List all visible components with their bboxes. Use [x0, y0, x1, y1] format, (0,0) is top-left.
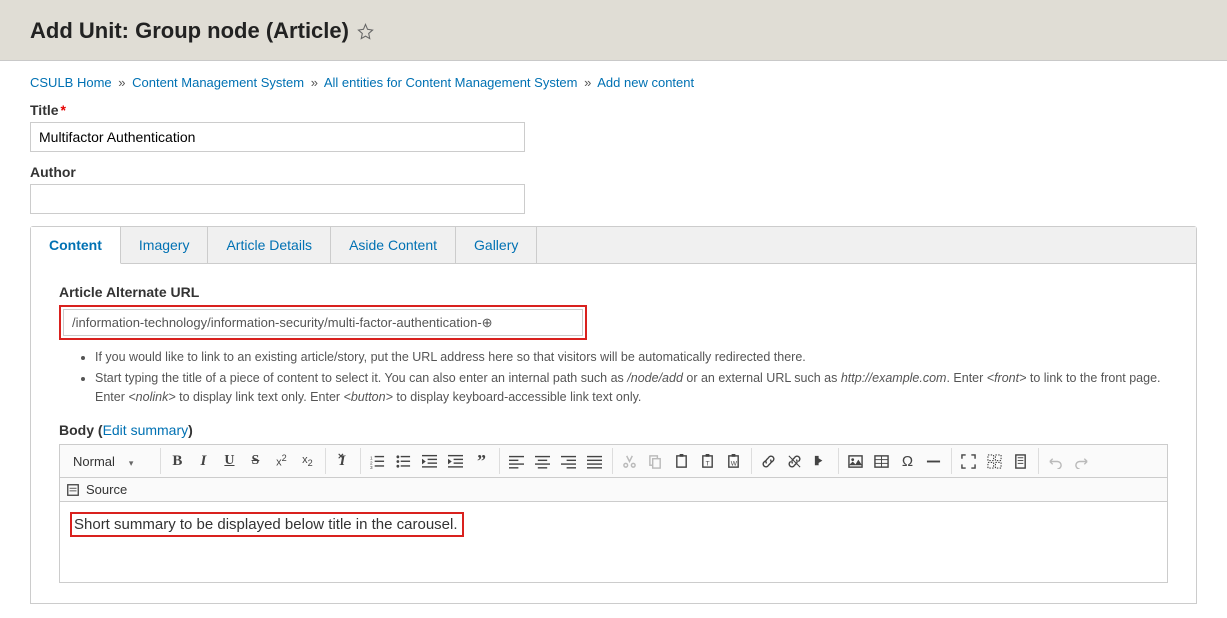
format-select[interactable]: Normal — [64, 449, 154, 474]
breadcrumb: CSULB Home » Content Management System »… — [30, 75, 1197, 90]
svg-text:T: T — [706, 460, 710, 467]
editor-body[interactable]: Short summary to be displayed below titl… — [60, 502, 1167, 582]
breadcrumb-sep: » — [118, 75, 125, 90]
breadcrumb-link-1[interactable]: Content Management System — [132, 75, 304, 90]
star-icon[interactable] — [357, 23, 374, 40]
anchor-button[interactable] — [807, 448, 833, 474]
breadcrumb-link-3[interactable]: Add new content — [597, 75, 694, 90]
breadcrumb-link-2[interactable]: All entities for Content Management Syst… — [324, 75, 578, 90]
tab-article-details[interactable]: Article Details — [208, 227, 331, 263]
summary-text-highlight: Short summary to be displayed below titl… — [70, 512, 464, 537]
page-title: Add Unit: Group node (Article) — [30, 18, 1197, 44]
help-list: If you would like to link to an existing… — [59, 348, 1168, 406]
tab-gallery[interactable]: Gallery — [456, 227, 537, 263]
bold-button[interactable]: B — [164, 448, 190, 474]
title-label: Title* — [30, 102, 1197, 118]
subscript-button[interactable]: x2 — [294, 448, 320, 474]
help2f: to display keyboard-accessible link text… — [393, 390, 642, 404]
paste-button[interactable] — [668, 448, 694, 474]
align-right-button[interactable] — [555, 448, 581, 474]
title-label-text: Title — [30, 102, 59, 118]
align-center-button[interactable] — [529, 448, 555, 474]
superscript-button[interactable]: x2 — [268, 448, 294, 474]
alt-url-input[interactable] — [63, 309, 583, 336]
help2b: or an external URL such as — [683, 371, 841, 385]
help2a: Start typing the title of a piece of con… — [95, 371, 627, 385]
copy-button[interactable] — [642, 448, 668, 474]
toolbar-row-2: Source — [60, 478, 1167, 502]
blockquote-button[interactable]: ” — [468, 448, 494, 474]
link-button[interactable] — [755, 448, 781, 474]
tab-row: Content Imagery Article Details Aside Co… — [31, 227, 1196, 264]
align-left-button[interactable] — [503, 448, 529, 474]
numbered-list-button[interactable]: 123 — [364, 448, 390, 474]
italic-button[interactable]: I — [190, 448, 216, 474]
toolbar-row-1: Normal B I U S x2 x2 I✕ 123 — [60, 445, 1167, 478]
tab-body: Article Alternate URL If you would like … — [31, 264, 1196, 603]
cut-button[interactable] — [616, 448, 642, 474]
tab-content[interactable]: Content — [31, 227, 121, 264]
tab-imagery[interactable]: Imagery — [121, 227, 209, 263]
body-label-text: Body ( — [59, 422, 103, 438]
format-value: Normal — [73, 454, 115, 469]
source-label: Source — [86, 482, 127, 497]
paste-word-button[interactable]: W — [720, 448, 746, 474]
help-item-1: If you would like to link to an existing… — [95, 348, 1168, 367]
author-input[interactable] — [30, 184, 525, 214]
unlink-button[interactable] — [781, 448, 807, 474]
alt-url-label: Article Alternate URL — [59, 284, 1168, 300]
help2i3: <front> — [987, 371, 1027, 385]
title-input[interactable] — [30, 122, 525, 152]
author-label: Author — [30, 164, 1197, 180]
breadcrumb-sep: » — [584, 75, 591, 90]
help2e: to display link text only. Enter — [176, 390, 344, 404]
strike-button[interactable]: S — [242, 448, 268, 474]
remove-format-button[interactable]: I✕ — [329, 448, 355, 474]
body-label: Body (Edit summary) — [59, 422, 1168, 438]
help2i5: <button> — [344, 390, 393, 404]
paste-text-button[interactable]: T — [694, 448, 720, 474]
breadcrumb-link-0[interactable]: CSULB Home — [30, 75, 112, 90]
tab-aside-content[interactable]: Aside Content — [331, 227, 456, 263]
alt-url-highlight — [59, 305, 587, 340]
table-button[interactable] — [868, 448, 894, 474]
redo-button[interactable] — [1068, 448, 1094, 474]
edit-summary-link[interactable]: Edit summary — [103, 422, 189, 438]
help2i1: /node/add — [627, 371, 683, 385]
bullet-list-button[interactable] — [390, 448, 416, 474]
help2i2: http://example.com — [841, 371, 947, 385]
templates-button[interactable] — [1007, 448, 1033, 474]
title-field-wrap: Title* — [30, 102, 1197, 152]
author-field-wrap: Author — [30, 164, 1197, 214]
image-button[interactable] — [842, 448, 868, 474]
header-bar: Add Unit: Group node (Article) — [0, 0, 1227, 61]
source-button[interactable]: Source — [66, 482, 127, 497]
svg-text:W: W — [731, 460, 738, 467]
indent-button[interactable] — [442, 448, 468, 474]
horizontal-rule-button[interactable] — [920, 448, 946, 474]
help-item-2: Start typing the title of a piece of con… — [95, 369, 1168, 407]
help2c: . Enter — [946, 371, 986, 385]
required-mark: * — [61, 102, 66, 118]
tabs-container: Content Imagery Article Details Aside Co… — [30, 226, 1197, 604]
help2i4: <nolink> — [128, 390, 175, 404]
breadcrumb-sep: » — [311, 75, 318, 90]
outdent-button[interactable] — [416, 448, 442, 474]
svg-text:3: 3 — [370, 465, 373, 469]
page-title-text: Add Unit: Group node (Article) — [30, 18, 349, 44]
maximize-button[interactable] — [955, 448, 981, 474]
align-justify-button[interactable] — [581, 448, 607, 474]
body-label-close: ) — [188, 422, 193, 438]
underline-button[interactable]: U — [216, 448, 242, 474]
rich-text-editor: Normal B I U S x2 x2 I✕ 123 — [59, 444, 1168, 583]
show-blocks-button[interactable] — [981, 448, 1007, 474]
undo-button[interactable] — [1042, 448, 1068, 474]
special-char-button[interactable]: Ω — [894, 448, 920, 474]
